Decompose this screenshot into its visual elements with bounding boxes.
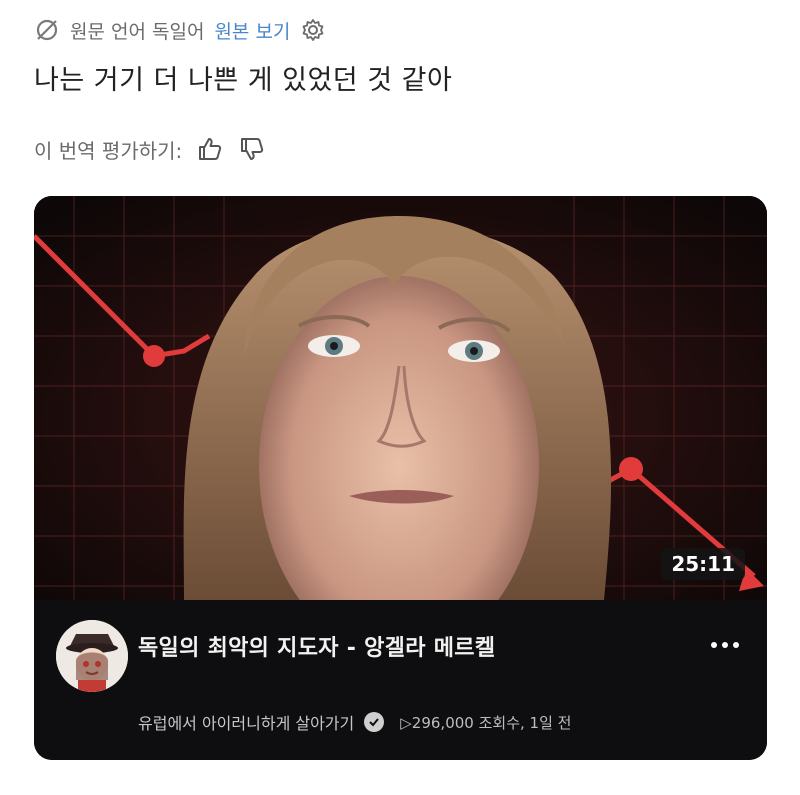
gear-icon[interactable] <box>300 17 326 43</box>
channel-name[interactable]: 유럽에서 아이러니하게 살아가기 <box>138 710 354 734</box>
video-title[interactable]: 독일의 최악의 지도자 - 앙겔라 메르켈 <box>138 630 495 662</box>
video-stats: ▷296,000 조회수, 1일 전 <box>400 713 572 732</box>
thumbs-up-icon[interactable] <box>196 135 224 163</box>
more-dot-icon <box>722 642 728 648</box>
source-language-label: 원문 언어 독일어 <box>70 20 205 43</box>
thumbs-down-icon[interactable] <box>238 135 266 163</box>
rating-label: 이 번역 평가하기: <box>34 138 183 163</box>
video-info-panel: 독일의 최악의 지도자 - 앙겔라 메르켈 유럽에서 아이러니하게 살아가기 ▷… <box>34 600 767 760</box>
video-duration-badge: 25:11 <box>661 548 745 580</box>
more-options-button[interactable] <box>705 630 745 660</box>
video-meta-row: 유럽에서 아이러니하게 살아가기 ▷296,000 조회수, 1일 전 <box>138 710 571 734</box>
view-original-link[interactable]: 원본 보기 <box>214 17 290 44</box>
more-dot-icon <box>733 642 739 648</box>
translation-rating-row: 이 번역 평가하기: <box>34 132 266 166</box>
channel-avatar[interactable] <box>56 620 128 692</box>
video-card[interactable]: 25:11 독일의 최악의 지도자 - 앙겔라 메르켈 유럽에서 아이러니하게 … <box>34 196 767 760</box>
verified-check-icon <box>364 712 385 732</box>
translation-info-bar: 원문 언어 독일어 원본 보기 <box>34 12 326 48</box>
no-translate-icon <box>34 17 60 43</box>
video-thumbnail[interactable]: 25:11 <box>34 196 767 600</box>
more-dot-icon <box>711 642 717 648</box>
translated-comment-text: 나는 거기 더 나쁜 게 있었던 것 같아 <box>34 65 453 96</box>
